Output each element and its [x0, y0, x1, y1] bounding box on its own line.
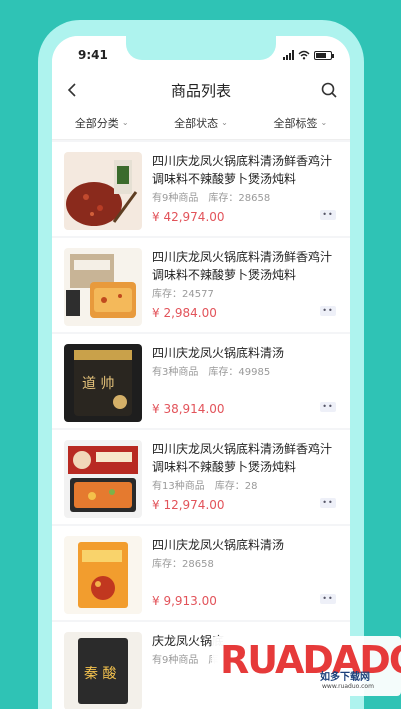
filter-tag-dropdown[interactable]: 全部标签 ⌄ — [273, 115, 327, 131]
product-image — [64, 248, 142, 326]
product-meta: 有3种商品 库存：49985 — [152, 363, 270, 378]
page-title: 商品列表 — [170, 81, 231, 100]
product-meta: 有9种商品 库存：28658 — [152, 189, 270, 204]
battery-icon — [314, 50, 334, 60]
chevron-down-icon: ⌄ — [121, 118, 129, 127]
filter-category-dropdown[interactable]: 全部分类 ⌄ — [75, 115, 129, 131]
filter-label: 全部状态 — [174, 116, 219, 130]
chevron-down-icon: ⌄ — [320, 118, 328, 127]
product-meta: 有9种商品库 — [152, 651, 218, 666]
product-stock: 库存：24577 — [152, 289, 214, 300]
product-image — [64, 152, 142, 230]
watermark-logo: RUADADO 如多下载网 www.ruaduo.com — [212, 628, 401, 709]
product-list-item[interactable]: 四川庆龙凤火锅底料清汤鲜香鸡汁调味料不辣酸萝卜煲汤炖料 库存：24577 ¥ 2… — [52, 238, 350, 332]
product-name: 四川庆龙凤火锅底料清汤鲜香鸡汁调味料不辣酸萝卜煲汤炖料 — [152, 442, 333, 474]
filter-status-dropdown[interactable]: 全部状态 ⌄ — [174, 115, 228, 131]
product-meta: 库存：28658 — [152, 555, 214, 570]
more-options-icon[interactable]: •• — [320, 306, 336, 316]
search-icon[interactable] — [320, 81, 338, 99]
status-time: 9:41 — [78, 48, 108, 62]
svg-text:秦 酸: 秦 酸 — [84, 666, 116, 682]
status-icons — [283, 50, 334, 60]
product-list-item[interactable]: 四川庆龙凤火锅底料清汤鲜香鸡汁调味料不辣酸萝卜煲汤炖料 有9种商品 库存：2865… — [52, 142, 350, 236]
product-count: 有9种商品 — [152, 655, 199, 666]
product-stock: 库存：49985 — [208, 367, 271, 378]
product-image — [64, 536, 142, 614]
product-list-item[interactable]: 四川庆龙凤火锅底料清汤鲜香鸡汁调味料不辣酸萝卜煲汤炖料 有13种商品 库存：28 … — [52, 430, 350, 524]
more-options-icon[interactable]: •• — [320, 594, 336, 604]
product-count: 有3种商品 — [152, 367, 199, 378]
product-list-item[interactable]: 四川庆龙凤火锅底料清汤 库存：28658 ¥ 9,913.00 •• — [52, 526, 350, 620]
product-name: 四川庆龙凤火锅底料清汤鲜香鸡汁调味料不辣酸萝卜煲汤炖料 — [152, 250, 333, 282]
more-options-icon[interactable]: •• — [320, 498, 336, 508]
wifi-icon — [298, 50, 310, 60]
filter-label: 全部标签 — [273, 116, 318, 130]
chevron-down-icon: ⌄ — [221, 118, 228, 127]
phone-screen: 9:41 商品列表 全部分类 ⌄ 全部状态 ⌄ 全部标签 ⌄ 四川庆龙凤火锅底料… — [52, 36, 350, 709]
product-price: ¥ 12,974.00 — [152, 498, 225, 512]
watermark-url: www.ruaduo.com — [322, 683, 374, 690]
more-options-icon[interactable]: •• — [320, 402, 336, 412]
product-image — [64, 440, 142, 518]
product-meta: 有13种商品 库存：28 — [152, 477, 257, 492]
product-list: 四川庆龙凤火锅底料清汤鲜香鸡汁调味料不辣酸萝卜煲汤炖料 有9种商品 库存：2865… — [52, 142, 350, 709]
product-name: 四川庆龙凤火锅底料清汤 — [152, 346, 285, 360]
product-image: 道 帅 — [64, 344, 142, 422]
filter-label: 全部分类 — [74, 116, 119, 130]
watermark-site-name: 如多下载网 — [320, 672, 370, 683]
watermark-logo-text: RUADADO — [220, 638, 401, 682]
product-price: ¥ 38,914.00 — [152, 402, 225, 416]
product-meta: 库存：24577 — [152, 285, 214, 300]
svg-text:道 帅: 道 帅 — [82, 376, 114, 392]
back-arrow-icon[interactable] — [64, 81, 82, 99]
more-options-icon[interactable]: •• — [320, 210, 336, 220]
product-stock: 库存：28658 — [152, 559, 214, 570]
product-name: 四川庆龙凤火锅底料清汤鲜香鸡汁调味料不辣酸萝卜煲汤炖料 — [152, 154, 333, 186]
product-stock: 库存：28658 — [208, 193, 271, 204]
filter-bar: 全部分类 ⌄ 全部状态 ⌄ 全部标签 ⌄ — [52, 106, 350, 140]
product-price: ¥ 9,913.00 — [152, 594, 217, 608]
product-price: ¥ 2,984.00 — [152, 306, 217, 320]
signal-icon — [283, 50, 294, 60]
phone-notch — [126, 36, 276, 60]
product-count: 有13种商品 — [152, 481, 205, 492]
product-price: ¥ 42,974.00 — [152, 210, 225, 224]
product-stock: 库存：28 — [214, 481, 258, 492]
product-name: 四川庆龙凤火锅底料清汤 — [152, 538, 285, 552]
product-count: 有9种商品 — [152, 193, 199, 204]
nav-header: 商品列表 — [52, 74, 350, 106]
product-image: 秦 酸 — [64, 632, 142, 709]
product-list-item[interactable]: 道 帅 四川庆龙凤火锅底料清汤 有3种商品 库存：49985 ¥ 38,914.0… — [52, 334, 350, 428]
